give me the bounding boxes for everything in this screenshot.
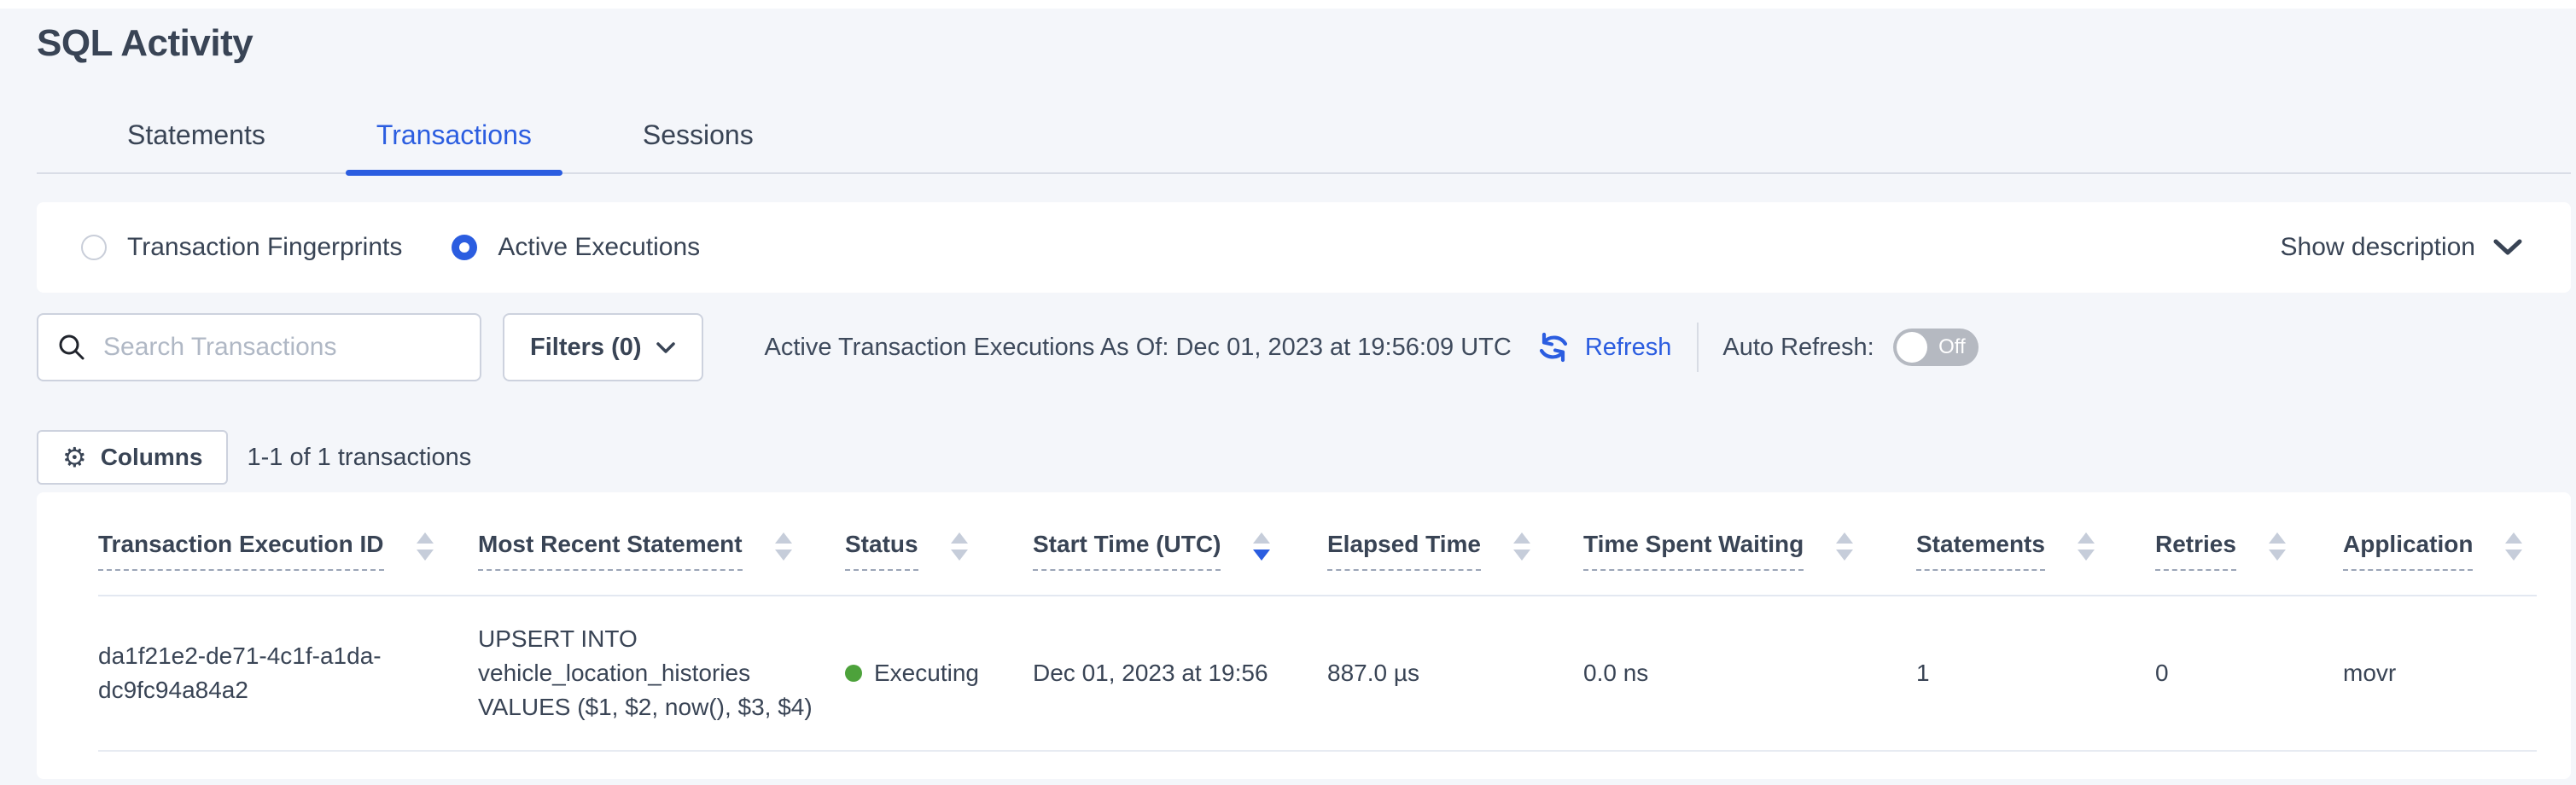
columns-button[interactable]: ⚙ Columns xyxy=(37,430,228,485)
status-executing-dot-icon xyxy=(845,665,862,682)
refresh-button[interactable]: Refresh xyxy=(1534,328,1672,367)
cell-status: Executing xyxy=(845,656,1033,690)
as-of-timestamp: Active Transaction Executions As Of: Dec… xyxy=(765,334,1512,362)
refresh-label[interactable]: Refresh xyxy=(1585,334,1672,362)
cell-retries: 0 xyxy=(2155,656,2343,690)
show-description-toggle[interactable]: Show description xyxy=(2281,233,2523,262)
search-box[interactable] xyxy=(37,313,481,381)
chevron-down-icon xyxy=(656,341,676,354)
column-header-statements[interactable]: Statements xyxy=(1916,530,2155,571)
status-label: Executing xyxy=(874,656,979,690)
sort-icon xyxy=(1513,530,1530,561)
tab-statements[interactable]: Statements xyxy=(96,119,296,172)
cell-most-recent-statement: UPSERT INTO vehicle_location_histories V… xyxy=(478,622,845,724)
results-bar: ⚙ Columns 1-1 of 1 transactions xyxy=(37,430,2571,485)
auto-refresh-toggle[interactable]: Off xyxy=(1893,329,1979,366)
sort-icon xyxy=(2078,530,2095,561)
cell-transaction-execution-id[interactable]: da1f21e2-de71-4c1f-a1da-dc9fc94a84a2 xyxy=(98,639,457,707)
auto-refresh-label: Auto Refresh: xyxy=(1722,334,1874,362)
column-header-time-spent-waiting[interactable]: Time Spent Waiting xyxy=(1583,530,1916,571)
radio-active-executions[interactable]: Active Executions xyxy=(452,233,700,262)
toggle-knob[interactable] xyxy=(1897,332,1927,363)
vertical-divider xyxy=(1697,323,1699,372)
sort-icon xyxy=(417,530,434,561)
sort-icon xyxy=(1836,530,1853,561)
page-title: SQL Activity xyxy=(37,22,2571,65)
refresh-icon xyxy=(1534,328,1573,367)
sort-icon xyxy=(775,530,792,561)
radio-transaction-fingerprints[interactable]: Transaction Fingerprints xyxy=(81,233,402,262)
sort-icon xyxy=(2505,530,2522,561)
filters-button-label[interactable]: Filters (0) xyxy=(530,334,642,362)
radio-selected-icon[interactable] xyxy=(452,235,477,260)
column-header-start-time[interactable]: Start Time (UTC) xyxy=(1033,530,1327,571)
gear-icon: ⚙ xyxy=(62,444,87,471)
view-options-card: Transaction Fingerprints Active Executio… xyxy=(37,202,2571,293)
radio-label[interactable]: Active Executions xyxy=(498,233,700,262)
tab-sessions[interactable]: Sessions xyxy=(612,119,784,172)
column-header-retries[interactable]: Retries xyxy=(2155,530,2343,571)
table-header-row: Transaction Execution ID Most Recent Sta… xyxy=(98,492,2537,596)
column-header-status[interactable]: Status xyxy=(845,530,1033,571)
column-header-elapsed-time[interactable]: Elapsed Time xyxy=(1327,530,1583,571)
transactions-table: Transaction Execution ID Most Recent Sta… xyxy=(37,492,2571,779)
column-header-application[interactable]: Application xyxy=(2343,530,2537,571)
sort-icon xyxy=(951,530,968,561)
radio-label[interactable]: Transaction Fingerprints xyxy=(127,233,402,262)
sort-icon xyxy=(2269,530,2286,561)
radio-unselected-icon[interactable] xyxy=(81,235,107,260)
controls-row: Filters (0) Active Transaction Execution… xyxy=(37,313,2571,381)
cell-time-spent-waiting: 0.0 ns xyxy=(1583,656,1916,690)
tab-transactions[interactable]: Transactions xyxy=(346,119,562,172)
cell-elapsed-time: 887.0 µs xyxy=(1327,656,1583,690)
sql-activity-page: SQL Activity Statements Transactions Ses… xyxy=(0,22,2576,779)
sort-icon-descending xyxy=(1253,530,1270,561)
table-row[interactable]: da1f21e2-de71-4c1f-a1da-dc9fc94a84a2 UPS… xyxy=(98,596,2537,752)
toggle-state-label: Off xyxy=(1938,335,1966,359)
columns-button-label[interactable]: Columns xyxy=(101,444,203,471)
chevron-down-icon xyxy=(2492,238,2523,257)
result-count: 1-1 of 1 transactions xyxy=(247,444,471,472)
filters-button[interactable]: Filters (0) xyxy=(503,313,703,381)
cell-start-time: Dec 01, 2023 at 19:56 xyxy=(1033,656,1327,690)
column-header-transaction-execution-id[interactable]: Transaction Execution ID xyxy=(98,530,478,571)
cell-application: movr xyxy=(2343,656,2537,690)
tab-bar: Statements Transactions Sessions xyxy=(37,119,2571,174)
search-icon xyxy=(57,333,86,362)
show-description-label[interactable]: Show description xyxy=(2281,233,2475,262)
search-input[interactable] xyxy=(103,333,461,362)
top-strip xyxy=(0,0,2576,9)
column-header-most-recent-statement[interactable]: Most Recent Statement xyxy=(478,530,845,571)
cell-statements: 1 xyxy=(1916,656,2155,690)
